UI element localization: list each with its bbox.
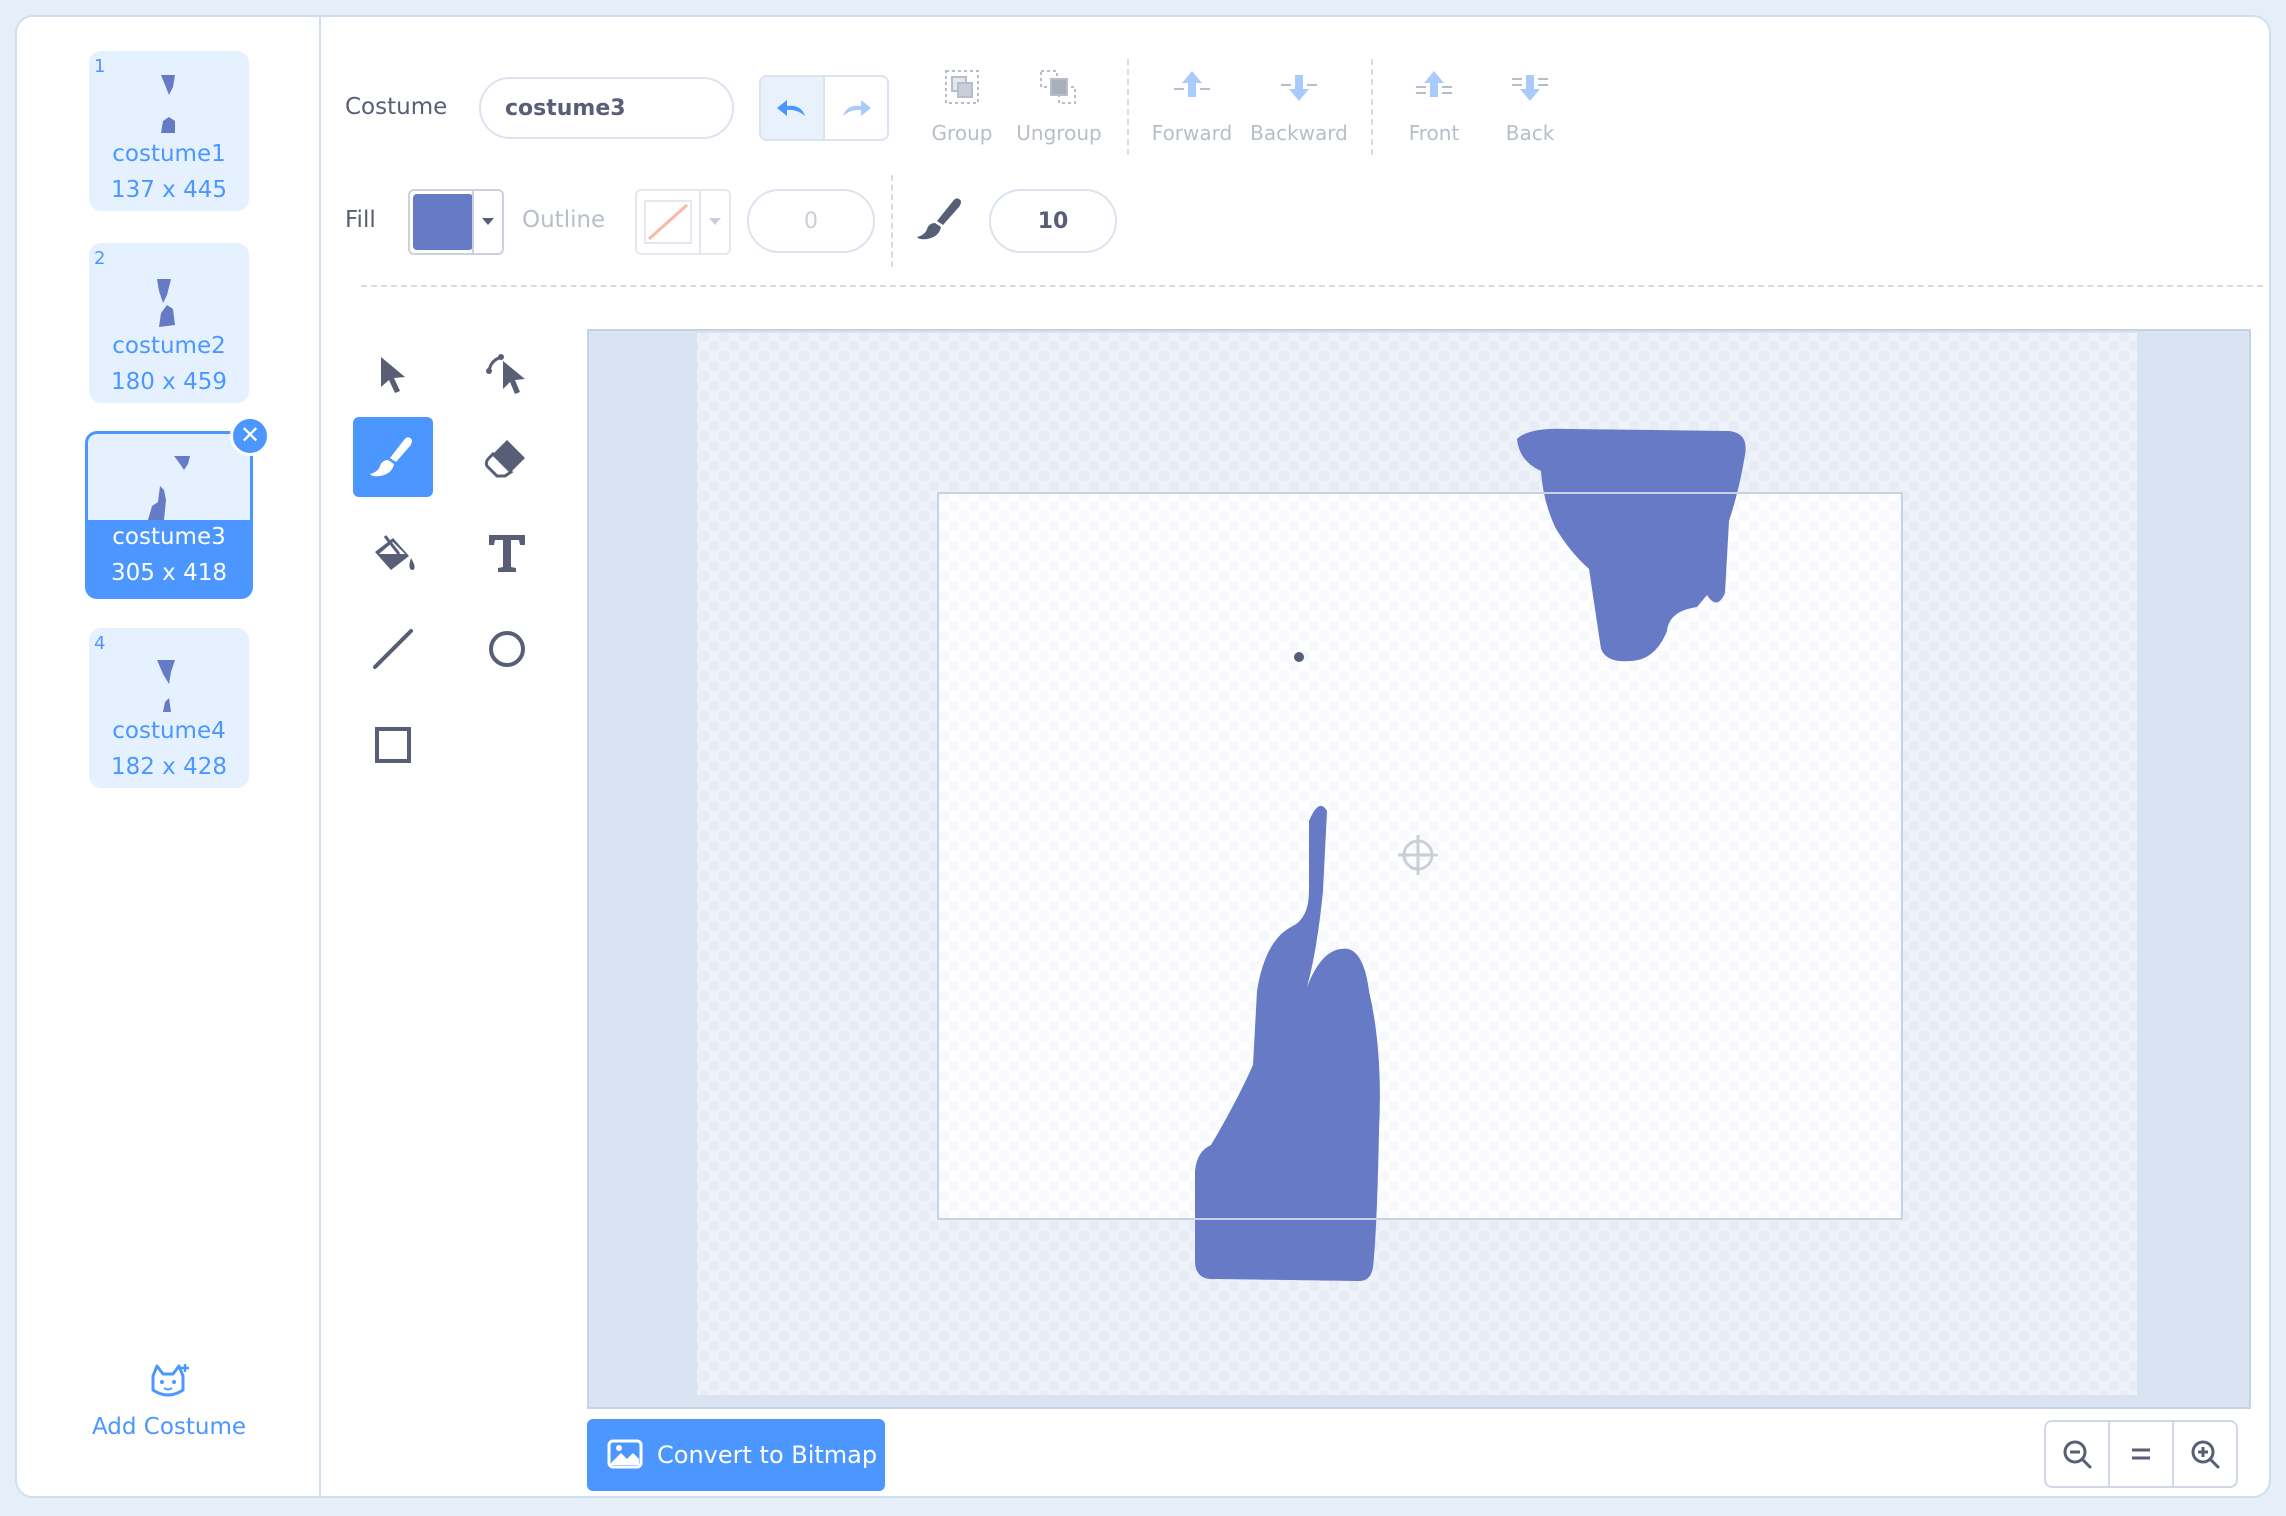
select-icon xyxy=(381,357,405,393)
costume-size: 180 x 459 xyxy=(110,369,228,395)
outline-width-input[interactable] xyxy=(747,189,875,253)
select-tool[interactable] xyxy=(353,335,433,415)
zoom-in-icon xyxy=(2191,1440,2220,1469)
dropdown-arrow-icon xyxy=(472,191,502,253)
backward-button[interactable]: Backward xyxy=(1241,67,1357,157)
no-color-icon xyxy=(644,200,692,244)
text-icon xyxy=(489,535,525,572)
line-tool[interactable] xyxy=(353,609,433,689)
toolbar-divider xyxy=(361,285,2263,287)
circle-tool[interactable] xyxy=(467,609,547,689)
costume-size: 305 x 418 xyxy=(110,560,228,586)
image-icon xyxy=(607,1439,643,1469)
brush-size-icon xyxy=(917,198,961,240)
backward-icon xyxy=(1281,75,1317,101)
group-label: Group xyxy=(931,121,993,145)
close-icon: ✕ xyxy=(239,421,261,449)
costume-tile-1[interactable]: 1 costume1 137 x 445 xyxy=(89,51,249,211)
back-button[interactable]: Back xyxy=(1475,67,1585,157)
ungroup-label: Ungroup xyxy=(1016,121,1102,145)
costume-thumbnail xyxy=(89,628,249,716)
brush-tool[interactable] xyxy=(353,417,433,497)
group-icon xyxy=(945,70,979,104)
costume-size: 182 x 428 xyxy=(110,754,228,780)
dropdown-arrow-icon xyxy=(699,191,729,253)
costume-tile-2[interactable]: 2 costume2 180 x 459 xyxy=(89,243,249,403)
fill-tool[interactable] xyxy=(353,513,433,593)
fill-label: Fill xyxy=(345,207,376,233)
front-label: Front xyxy=(1408,121,1460,145)
redo-button[interactable] xyxy=(823,77,887,139)
fill-bucket-icon xyxy=(375,535,415,570)
costume-size: 137 x 445 xyxy=(110,177,228,203)
fill-color-swatch xyxy=(413,194,473,250)
costume-label: Costume xyxy=(345,94,448,120)
costume-name: costume2 xyxy=(112,333,226,359)
toolbar-divider xyxy=(1371,59,1373,155)
zoom-reset-button[interactable] xyxy=(2108,1422,2172,1486)
eraser-icon xyxy=(484,440,525,478)
circle-icon xyxy=(489,631,525,667)
convert-to-bitmap-button[interactable]: Convert to Bitmap xyxy=(587,1419,885,1491)
paint-editor: 1 costume1 137 x 445 2 costume2 180 x 45… xyxy=(15,15,2271,1498)
center-dot xyxy=(1294,652,1304,662)
line-icon xyxy=(373,629,413,669)
outline-label: Outline xyxy=(522,207,606,233)
costume-name: costume3 xyxy=(112,524,226,550)
costume-name-input[interactable] xyxy=(479,77,734,139)
costume-thumbnail xyxy=(89,51,249,139)
fill-color-picker[interactable] xyxy=(408,189,504,255)
zoom-out-icon xyxy=(2063,1440,2092,1469)
zoom-out-button[interactable] xyxy=(2046,1422,2108,1486)
costume-thumbnail xyxy=(88,434,250,520)
ungroup-button[interactable]: Ungroup xyxy=(1004,67,1114,157)
forward-icon xyxy=(1174,71,1210,97)
group-button[interactable]: Group xyxy=(907,67,1017,157)
brush-icon xyxy=(370,437,412,477)
ungroup-icon xyxy=(1040,70,1076,104)
forward-label: Forward xyxy=(1151,121,1233,145)
equals-icon xyxy=(2132,1448,2150,1460)
costume-list: 1 costume1 137 x 445 2 costume2 180 x 45… xyxy=(17,17,321,1496)
text-tool[interactable] xyxy=(467,513,547,593)
costume-thumbnail xyxy=(89,243,249,331)
reshape-tool[interactable] xyxy=(467,335,547,415)
front-icon xyxy=(1416,71,1452,97)
convert-label: Convert to Bitmap xyxy=(657,1441,878,1469)
undo-redo-group xyxy=(759,75,889,141)
drawing-canvas[interactable] xyxy=(587,329,2251,1409)
delete-costume-button[interactable]: ✕ xyxy=(230,416,270,456)
add-costume-label: Add Costume xyxy=(91,1414,247,1440)
back-label: Back xyxy=(1505,121,1555,145)
zoom-controls xyxy=(2044,1420,2238,1488)
undo-button[interactable] xyxy=(761,77,823,139)
add-costume-button[interactable]: Add Costume xyxy=(17,1362,321,1440)
eraser-tool[interactable] xyxy=(467,417,547,497)
costume-tile-3[interactable]: 3 costume3 305 x 418 ✕ xyxy=(85,416,270,599)
costume-name: costume4 xyxy=(112,718,226,744)
outline-color-picker[interactable] xyxy=(635,189,731,255)
forward-button[interactable]: Forward xyxy=(1137,67,1247,157)
toolbar-divider xyxy=(1127,59,1129,155)
costume-tile-4[interactable]: 4 costume4 182 x 428 xyxy=(89,628,249,788)
brush-size-input[interactable] xyxy=(989,189,1117,253)
toolbar-divider xyxy=(891,175,893,267)
rectangle-icon xyxy=(375,727,411,763)
front-button[interactable]: Front xyxy=(1379,67,1489,157)
zoom-in-button[interactable] xyxy=(2172,1422,2236,1486)
redo-icon xyxy=(843,100,871,116)
undo-icon xyxy=(777,100,805,116)
cat-plus-icon xyxy=(151,1364,189,1397)
backward-label: Backward xyxy=(1250,121,1348,145)
rectangle-tool[interactable] xyxy=(353,705,433,785)
reshape-icon xyxy=(486,354,525,394)
costume-name: costume1 xyxy=(112,141,226,167)
back-icon xyxy=(1512,75,1548,101)
